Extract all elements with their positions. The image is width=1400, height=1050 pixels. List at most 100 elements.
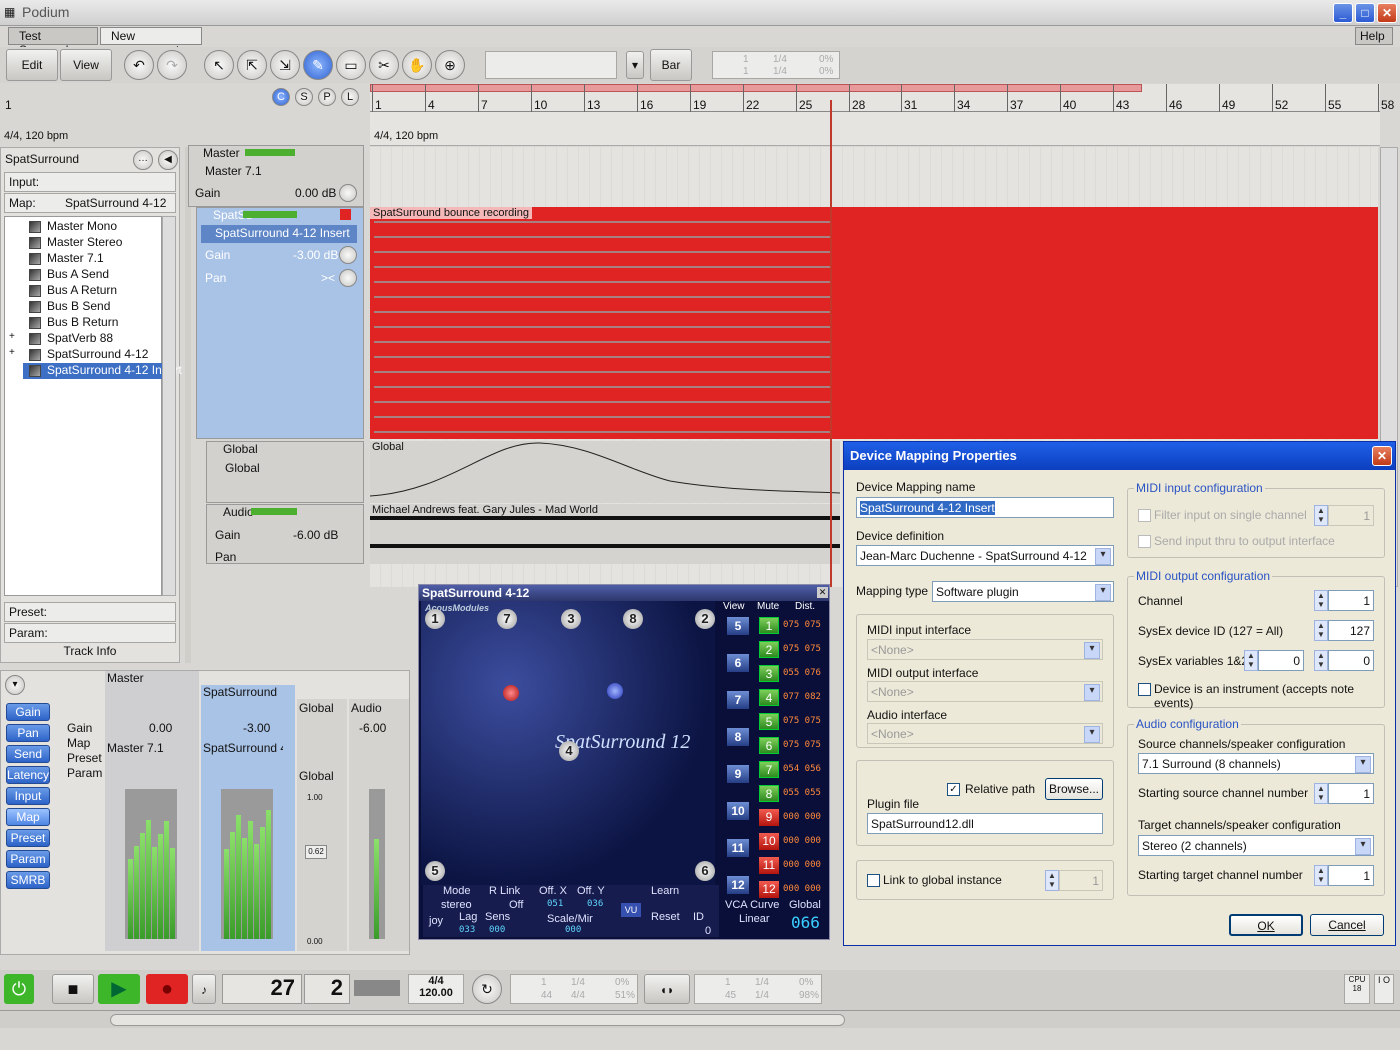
tree-item[interactable]: Master Stereo [23,235,173,251]
start-source-spinner-icon[interactable]: ▲ ▼ [1314,783,1328,804]
mixer-view-preset-button[interactable]: Preset [6,829,50,847]
view-button[interactable]: 5 [727,617,749,635]
global-strip[interactable]: Global Global 1.00 0.62 0.00 [297,699,347,951]
more-options-icon[interactable]: … [133,150,153,170]
mute-button[interactable]: 3 [759,665,779,682]
global-clip[interactable]: Global [370,441,840,503]
offy-value[interactable]: 036 [587,899,603,909]
plugin-window[interactable]: SpatSurround 4-12 ✕ AcousModules SpatSur… [418,584,830,940]
maximize-button[interactable]: □ [1355,3,1375,23]
pencil-tool-icon[interactable]: ✎ [303,50,333,80]
view-button[interactable]: 10 [727,802,749,820]
snap-bar-button[interactable]: Bar [650,49,692,81]
target-config-select[interactable]: Stereo (2 channels) [1138,835,1374,856]
insert-effect[interactable]: SpatSurround 4-12 Insert [201,225,357,243]
distance-value[interactable]: 077 082 [783,692,821,702]
sysex-var1-field[interactable]: 0 [1258,650,1304,671]
link-global-checkbox[interactable] [867,874,880,887]
playhead[interactable] [830,100,832,587]
tree-scrollbar[interactable] [162,216,176,596]
tab-new-arrangement[interactable]: New arrangement [100,27,202,57]
mute-button[interactable]: 11 [759,857,779,874]
filter-field[interactable]: 1 [1328,505,1374,526]
mixer-view-pan-button[interactable]: Pan [6,724,50,742]
l-button[interactable]: L [341,88,359,106]
undo-icon[interactable]: ↶ [124,50,154,80]
mute-button[interactable]: 12 [759,881,779,898]
sysex-var2-spinner-icon[interactable]: ▲ ▼ [1314,650,1328,671]
power-icon[interactable]: ⏻ [4,974,34,1004]
source-config-select[interactable]: 7.1 Surround (8 channels) [1138,753,1374,774]
hand-tool-icon[interactable]: ✋ [402,50,432,80]
midi-out-if-select[interactable]: <None> [867,681,1103,702]
master-strip[interactable]: Master 0.00 Master 7.1 [105,671,199,951]
zoom-tool-icon[interactable]: ⊕ [435,50,465,80]
expand-icon[interactable]: + [9,331,15,342]
mute-button[interactable]: 1 [759,617,779,634]
speaker-8[interactable]: 8 [623,609,643,629]
distance-value[interactable]: 000 000 [783,860,821,870]
distance-value[interactable]: 055 076 [783,668,821,678]
send-thru-checkbox[interactable] [1138,535,1151,548]
view-button[interactable]: 9 [727,765,749,783]
link-global-spinner-icon[interactable]: ▲ ▼ [1045,870,1059,891]
master-gain-value[interactable]: 0.00 dB [295,186,336,200]
scroll-thumb[interactable] [110,1014,845,1026]
tree-item[interactable]: SpatSurround 4-12 Insert [23,363,182,379]
stop-icon[interactable]: ■ [52,974,94,1004]
sysex-var2-field[interactable]: 0 [1328,650,1374,671]
play-icon[interactable]: ▶ [98,974,140,1004]
tree-item[interactable]: Bus A Return [23,283,173,299]
mute-button[interactable]: 5 [759,713,779,730]
filter-checkbox[interactable] [1138,509,1151,522]
mute-button[interactable]: 10 [759,833,779,850]
global-track-header[interactable]: Global Global [206,441,364,503]
audio-strip-gain[interactable]: -6.00 [359,721,386,735]
mute-button[interactable]: 9 [759,809,779,826]
record-arm-icon[interactable] [340,209,351,220]
spat-pan-value[interactable]: >< [321,271,335,285]
sens-value[interactable]: 000 [489,925,505,935]
mute-button[interactable]: 7 [759,761,779,778]
spat-clip[interactable]: SpatSurround bounce recording [370,207,1378,439]
distance-value[interactable]: 000 000 [783,884,821,894]
split-tool-icon[interactable]: ✂ [369,50,399,80]
param-select[interactable]: Param: [4,623,176,643]
multi-select-tool-icon[interactable]: ⇱ [237,50,267,80]
source-red-ball[interactable] [503,685,519,701]
map-select[interactable]: Map: SpatSurround 4-12 [4,193,176,213]
spat-pan-knob-icon[interactable] [339,269,357,287]
view-button[interactable]: 7 [727,691,749,709]
c-button[interactable]: C [272,88,290,106]
mute-button[interactable]: 6 [759,737,779,754]
mixer-view-smrb-button[interactable]: SMRB [6,871,50,889]
distance-value[interactable]: 075 075 [783,740,821,750]
close-button[interactable]: ✕ [1377,3,1397,23]
tree-item[interactable]: Bus A Send [23,267,173,283]
linear-value[interactable]: Linear [739,913,770,925]
dialog-close-button[interactable]: ✕ [1372,446,1392,466]
tree-item[interactable]: Bus B Send [23,299,173,315]
source-blue-ball[interactable] [607,683,623,699]
speaker-2[interactable]: 2 [695,609,715,629]
channel-field[interactable]: 1 [1328,590,1374,611]
expand-icon[interactable]: + [9,347,15,358]
mode-joy[interactable]: joy [429,915,443,927]
sysex-id-spinner-icon[interactable]: ▲ ▼ [1314,620,1328,641]
loop-icon[interactable]: ↻ [472,974,502,1004]
distance-value[interactable]: 075 075 [783,716,821,726]
id-value[interactable]: 0 [705,925,711,937]
view-button[interactable]: 6 [727,654,749,672]
audio-clip[interactable]: Michael Andrews feat. Gary Jules - Mad W… [370,504,840,564]
p-button[interactable]: P [318,88,336,106]
distance-value[interactable]: 000 000 [783,812,821,822]
view-button[interactable]: 8 [727,728,749,746]
tree-item[interactable]: Master 7.1 [23,251,173,267]
edit-menu-button[interactable]: Edit [6,49,58,81]
mixer-view-map-button[interactable]: Map [6,808,50,826]
view-menu-button[interactable]: View [60,49,112,81]
master-track-header[interactable]: Master Master 7.1 Gain 0.00 dB [188,145,364,207]
ok-button[interactable]: OK [1229,914,1303,936]
timeline-ruler[interactable]: 1 4 7 10 13 16 19 22 25 28 31 34 37 40 43 46 49 52 55 58 [370,84,1394,112]
reset-label[interactable]: Reset [651,911,680,923]
